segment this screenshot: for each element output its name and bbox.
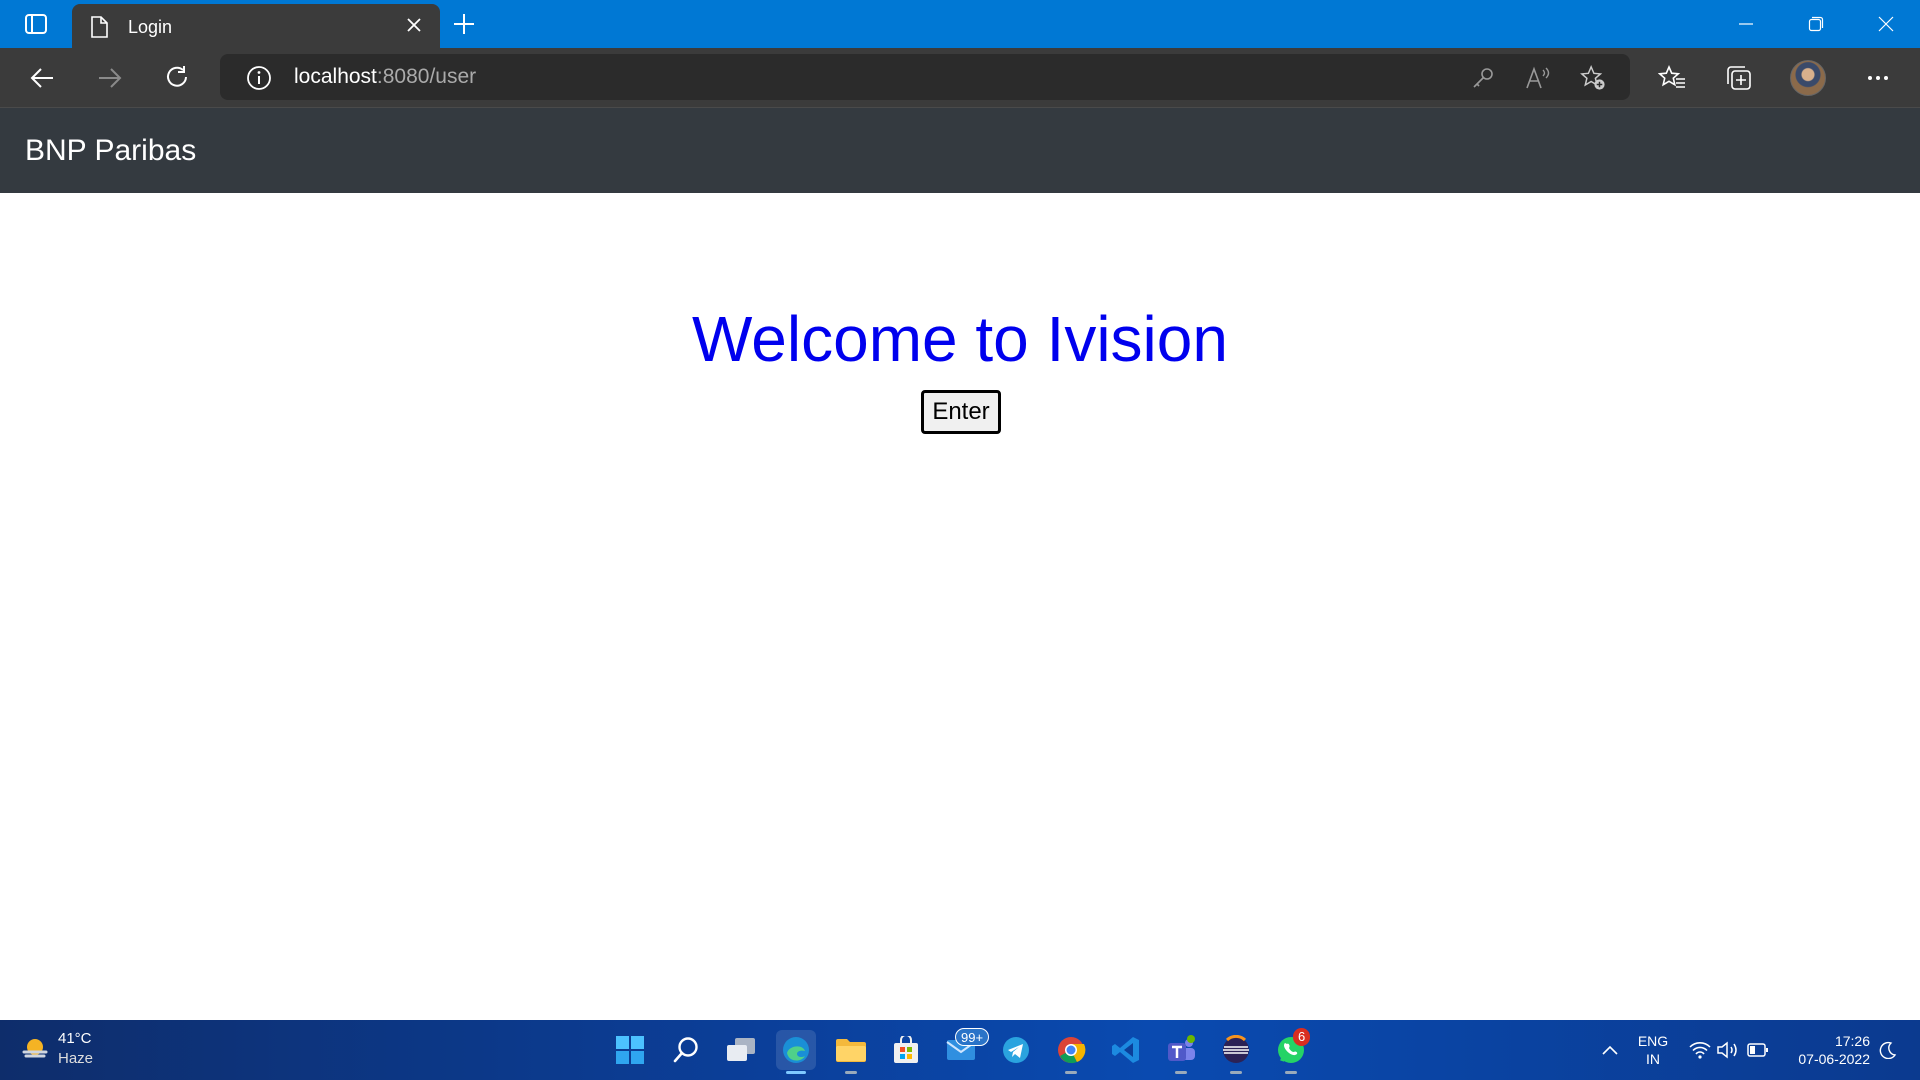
taskbar-vscode[interactable]: [1106, 1030, 1146, 1070]
running-indicator: [1065, 1071, 1077, 1074]
back-button[interactable]: [26, 62, 58, 94]
url-host: localhost: [294, 65, 377, 88]
favorites-icon[interactable]: [1656, 62, 1688, 94]
close-window-button[interactable]: [1866, 12, 1906, 36]
mail-badge: 99+: [955, 1028, 990, 1046]
store-icon: [894, 1036, 918, 1063]
system-clock[interactable]: 17:26 07-06-2022: [1780, 1032, 1870, 1068]
weather-condition: Haze: [58, 1050, 94, 1067]
navbar-brand[interactable]: BNP Paribas: [25, 134, 196, 168]
eclipse-icon: [1223, 1035, 1249, 1063]
folder-icon: [836, 1039, 866, 1062]
read-aloud-icon[interactable]: [1525, 65, 1551, 91]
address-bar[interactable]: localhost:8080/user: [220, 54, 1630, 100]
vscode-icon: [1112, 1037, 1139, 1063]
region-code: IN: [1646, 1051, 1660, 1067]
whatsapp-badge: 6: [1293, 1028, 1311, 1046]
taskbar-chrome[interactable]: [1051, 1030, 1091, 1074]
search-icon[interactable]: [666, 1030, 706, 1070]
telegram-icon: [1003, 1037, 1029, 1063]
page-icon: [90, 16, 108, 43]
add-favorite-icon[interactable]: [1580, 64, 1606, 91]
url-text[interactable]: localhost:8080/user: [294, 65, 476, 89]
tab-actions-icon[interactable]: [14, 12, 58, 36]
taskbar-mail[interactable]: 99+: [941, 1028, 990, 1070]
weather-haze-icon: [22, 1038, 48, 1060]
minimize-button[interactable]: [1726, 12, 1766, 36]
wifi-icon[interactable]: [1688, 1020, 1712, 1080]
taskbar-whatsapp[interactable]: 6: [1271, 1028, 1311, 1074]
tab-login[interactable]: Login: [72, 4, 440, 48]
taskbar-store[interactable]: [886, 1030, 926, 1070]
site-info-icon[interactable]: [246, 65, 272, 96]
chrome-icon: [1058, 1037, 1086, 1064]
tab-title: Login: [128, 17, 173, 37]
taskbar-file-explorer[interactable]: [831, 1030, 871, 1074]
start-button[interactable]: [610, 1030, 650, 1070]
welcome-heading: Welcome to Ivision: [692, 303, 1228, 375]
key-icon[interactable]: [1470, 65, 1496, 91]
collections-icon[interactable]: [1723, 62, 1755, 94]
clock-date: 07-06-2022: [1798, 1051, 1870, 1067]
running-indicator: [1285, 1071, 1297, 1074]
running-indicator: [1230, 1071, 1242, 1074]
show-hidden-icons-chevron-up-icon[interactable]: [1598, 1020, 1622, 1080]
clock-time: 17:26: [1834, 1033, 1870, 1049]
taskbar-telegram[interactable]: [996, 1030, 1036, 1070]
refresh-button[interactable]: [161, 62, 193, 94]
teams-icon: [1168, 1035, 1195, 1061]
windows-taskbar: 41°C Haze 99+ 6 ENG IN 17:26 07-06-2022: [0, 1020, 1920, 1080]
enter-button[interactable]: Enter: [921, 390, 1001, 434]
close-tab-icon[interactable]: [406, 17, 422, 38]
volume-icon[interactable]: [1716, 1020, 1740, 1080]
profile-avatar[interactable]: [1790, 60, 1826, 96]
taskbar-edge[interactable]: [776, 1030, 816, 1074]
url-path: :8080/user: [376, 65, 477, 88]
active-indicator: [786, 1071, 806, 1074]
edge-icon: [783, 1037, 809, 1063]
task-view-icon[interactable]: [721, 1030, 761, 1070]
language-indicator[interactable]: ENG IN: [1632, 1032, 1674, 1068]
new-tab-button[interactable]: [452, 12, 476, 41]
app-navbar: BNP Paribas: [0, 108, 1920, 193]
restore-button[interactable]: [1796, 12, 1836, 36]
taskbar-teams[interactable]: [1161, 1030, 1201, 1074]
running-indicator: [845, 1071, 857, 1074]
forward-button[interactable]: [94, 62, 126, 94]
taskbar-eclipse[interactable]: [1216, 1030, 1256, 1074]
battery-icon[interactable]: [1745, 1020, 1771, 1080]
browser-toolbar: localhost:8080/user: [0, 48, 1920, 108]
weather-temp: 41°C: [58, 1030, 92, 1047]
more-options-icon[interactable]: [1862, 62, 1894, 94]
running-indicator: [1175, 1071, 1187, 1074]
focus-assist-moon-icon[interactable]: [1876, 1020, 1900, 1080]
language-code: ENG: [1637, 1033, 1669, 1049]
browser-titlebar: Login: [0, 0, 1920, 48]
